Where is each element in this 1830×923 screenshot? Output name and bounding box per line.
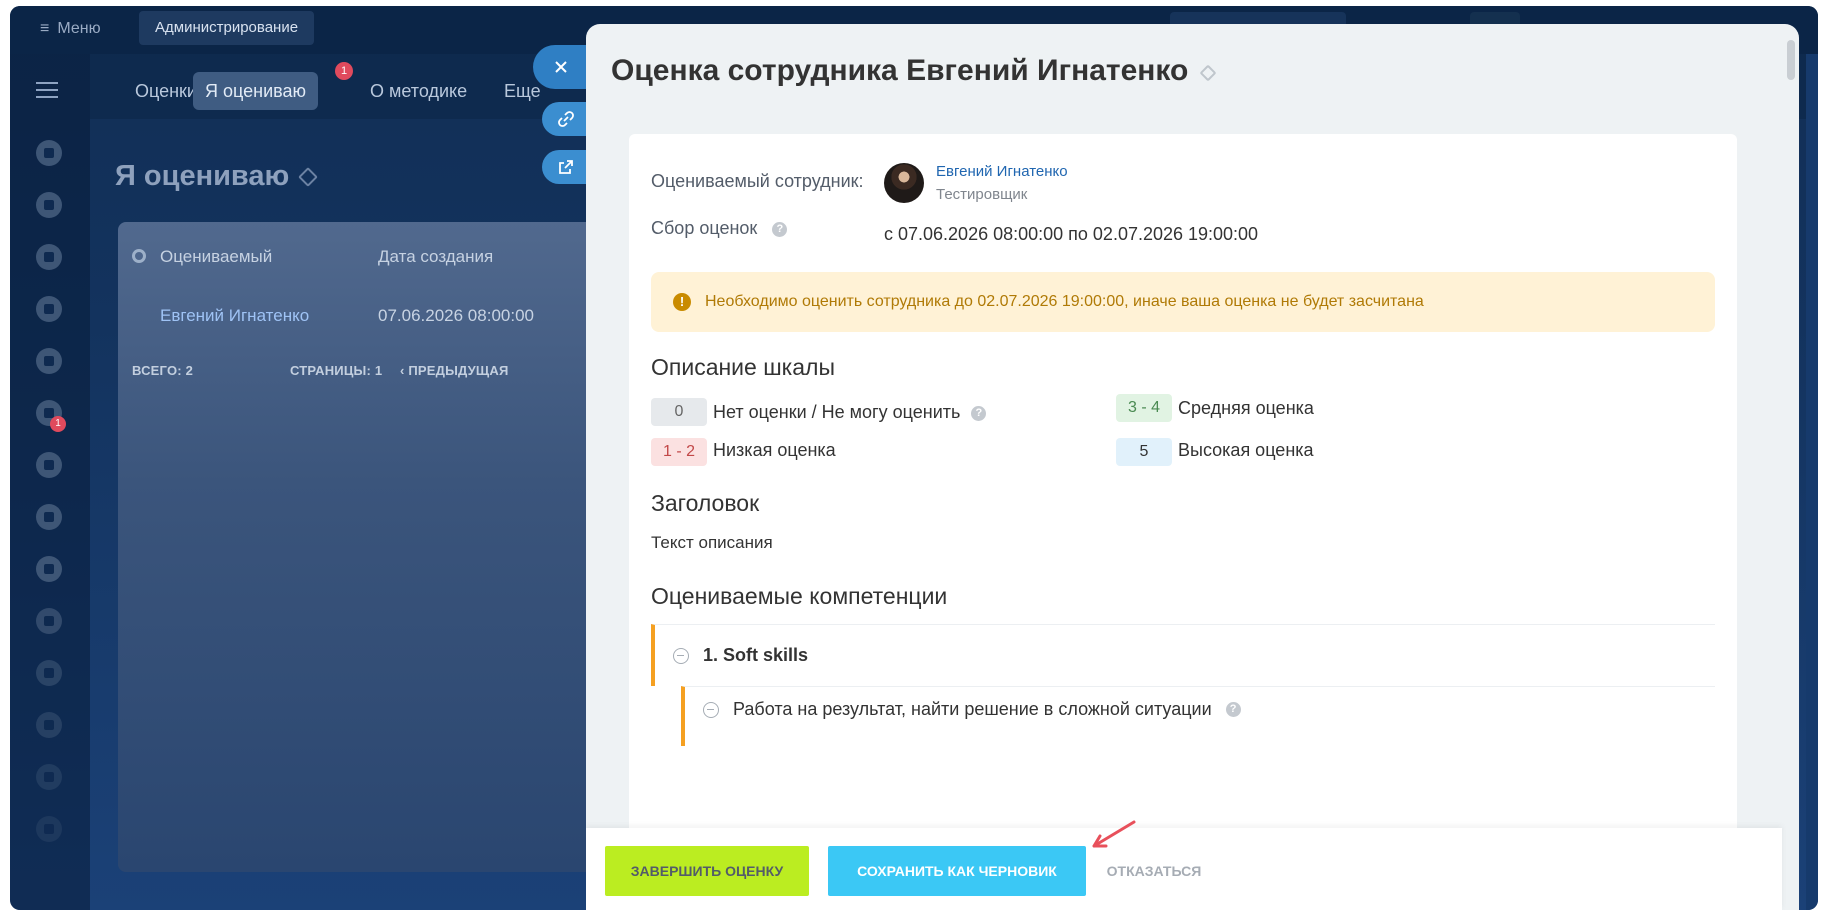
book-icon[interactable] — [36, 296, 62, 322]
competency-group-title: 1. Soft skills — [703, 645, 809, 665]
header-title: Заголовок — [651, 490, 760, 516]
chart-icon[interactable] — [36, 608, 62, 634]
prev-page-label: ПРЕДЫДУЩАЯ — [408, 363, 509, 378]
collection-period: с 07.06.2026 08:00:00 по 02.07.2026 19:0… — [884, 224, 1259, 244]
pin-icon[interactable] — [1199, 64, 1217, 82]
scale-label-text: Нет оценки / Не могу оценить — [713, 402, 961, 422]
competency-item-title: Работа на результат, найти решение в сло… — [733, 699, 1212, 719]
coin-icon[interactable] — [36, 452, 62, 478]
table-cell-employee[interactable]: Евгений Игнатенко — [160, 306, 309, 326]
pages-count: СТРАНИЦЫ: 1 — [290, 363, 383, 378]
scale-chip-5: 5 — [1116, 438, 1172, 466]
action-footer: Завершить оценку Сохранить как черновик … — [586, 828, 1782, 910]
header-description: Текст описания — [651, 533, 773, 552]
slider-title-text: Оценка сотрудника Евгений Игнатенко — [611, 54, 1189, 87]
tab-methodology[interactable]: О методике — [358, 72, 479, 110]
competency-group-header[interactable]: 1. Soft skills — [673, 645, 808, 666]
annotation-arrow-icon — [1092, 820, 1136, 848]
tab-i-rate[interactable]: Я оцениваю — [193, 72, 318, 110]
education-icon[interactable] — [36, 244, 62, 270]
deadline-warning: ! Необходимо оценить сотрудника до 02.07… — [651, 272, 1715, 332]
finish-evaluation-button[interactable]: Завершить оценку — [605, 846, 809, 896]
competency-item: Работа на результат, найти решение в сло… — [681, 686, 1715, 746]
scale-label-medium: Средняя оценка — [1178, 398, 1314, 418]
calendar-icon[interactable] — [36, 660, 62, 686]
collection-label: Сбор оценок — [651, 218, 758, 238]
avatar[interactable] — [884, 163, 924, 203]
scale-chip-3-4: 3 - 4 — [1116, 394, 1172, 422]
hamburger-icon: ≡ — [40, 20, 50, 37]
ratings-table: Оцениваемый Дата создания Евгений Игнате… — [118, 222, 608, 872]
collapse-icon[interactable] — [703, 701, 719, 718]
help-icon[interactable]: ? — [1225, 702, 1241, 717]
menu-label: Меню — [57, 20, 101, 37]
company-icon[interactable] — [36, 192, 62, 218]
page-title: Я оцениваю — [115, 160, 319, 193]
page-title-text: Я оцениваю — [115, 160, 290, 192]
slider-title: Оценка сотрудника Евгений Игнатенко — [611, 54, 1217, 88]
help-icon[interactable]: ? — [772, 221, 788, 237]
pin-icon[interactable] — [298, 166, 319, 187]
scale-label-0: Нет оценки / Не могу оценить ? — [713, 402, 987, 423]
collapse-icon[interactable] — [673, 647, 689, 664]
competencies-title: Оцениваемые компетенции — [651, 583, 948, 609]
warning-icon: ! — [673, 293, 691, 311]
scale-label-high: Высокая оценка — [1178, 440, 1314, 460]
employee-label: Оцениваемый сотрудник: — [651, 171, 864, 191]
group-icon[interactable] — [36, 556, 62, 582]
admin-button[interactable]: Администрирование — [139, 11, 315, 45]
sidebar-menu-icon[interactable] — [36, 82, 58, 98]
column-header[interactable]: Оцениваемый — [160, 247, 272, 267]
employee-position: Тестировщик — [936, 186, 1028, 203]
column-header[interactable]: Дата создания — [378, 247, 493, 267]
competency-item-header[interactable]: Работа на результат, найти решение в сло… — [703, 699, 1241, 720]
gear-icon[interactable] — [132, 249, 146, 263]
external-link-icon — [558, 160, 573, 174]
close-icon — [555, 61, 567, 73]
scale-label-low: Низкая оценка — [713, 440, 836, 460]
close-slider-button[interactable] — [533, 45, 589, 89]
home-icon[interactable] — [36, 140, 62, 166]
competency-group: 1. Soft skills — [651, 624, 1715, 686]
copy-link-button[interactable] — [542, 102, 589, 136]
table-cell-date: 07.06.2026 08:00:00 — [378, 306, 534, 325]
link-icon — [557, 111, 574, 127]
evaluation-slider: Оценка сотрудника Евгений Игнатенко Оцен… — [586, 24, 1799, 910]
scale-title: Описание шкалы — [651, 354, 835, 380]
scale-chip-0: 0 — [651, 398, 707, 426]
support-icon[interactable] — [36, 348, 62, 374]
save-draft-button[interactable]: Сохранить как черновик — [828, 846, 1086, 896]
cancel-button[interactable]: Отказаться — [1104, 846, 1204, 896]
scrollbar[interactable] — [1787, 40, 1795, 80]
scale-chip-1-2: 1 - 2 — [651, 438, 707, 466]
document-icon[interactable] — [36, 764, 62, 790]
menu-button[interactable]: ≡ Меню — [40, 20, 101, 38]
total-count: ВСЕГО: 2 — [132, 363, 194, 378]
sidebar-badge: 1 — [50, 416, 66, 432]
prev-page-link[interactable]: ‹ ПРЕДЫДУЩАЯ — [400, 363, 509, 378]
left-sidebar: 1 — [10, 54, 90, 910]
warning-text: Необходимо оценить сотрудника до 02.07.2… — [705, 293, 1424, 310]
edit-icon[interactable] — [36, 816, 62, 842]
open-new-window-button[interactable] — [542, 150, 589, 184]
right-panel-edge — [1806, 54, 1818, 910]
evaluation-card: Оцениваемый сотрудник: Евгений Игнатенко… — [629, 134, 1737, 854]
employee-name-link[interactable]: Евгений Игнатенко — [936, 163, 1068, 180]
gamepad-icon[interactable] — [36, 504, 62, 530]
help-icon[interactable]: ? — [971, 405, 987, 421]
tab-badge: 1 — [335, 62, 353, 80]
window-icon[interactable] — [36, 712, 62, 738]
collection-label-row: Сбор оценок ? — [651, 218, 788, 239]
